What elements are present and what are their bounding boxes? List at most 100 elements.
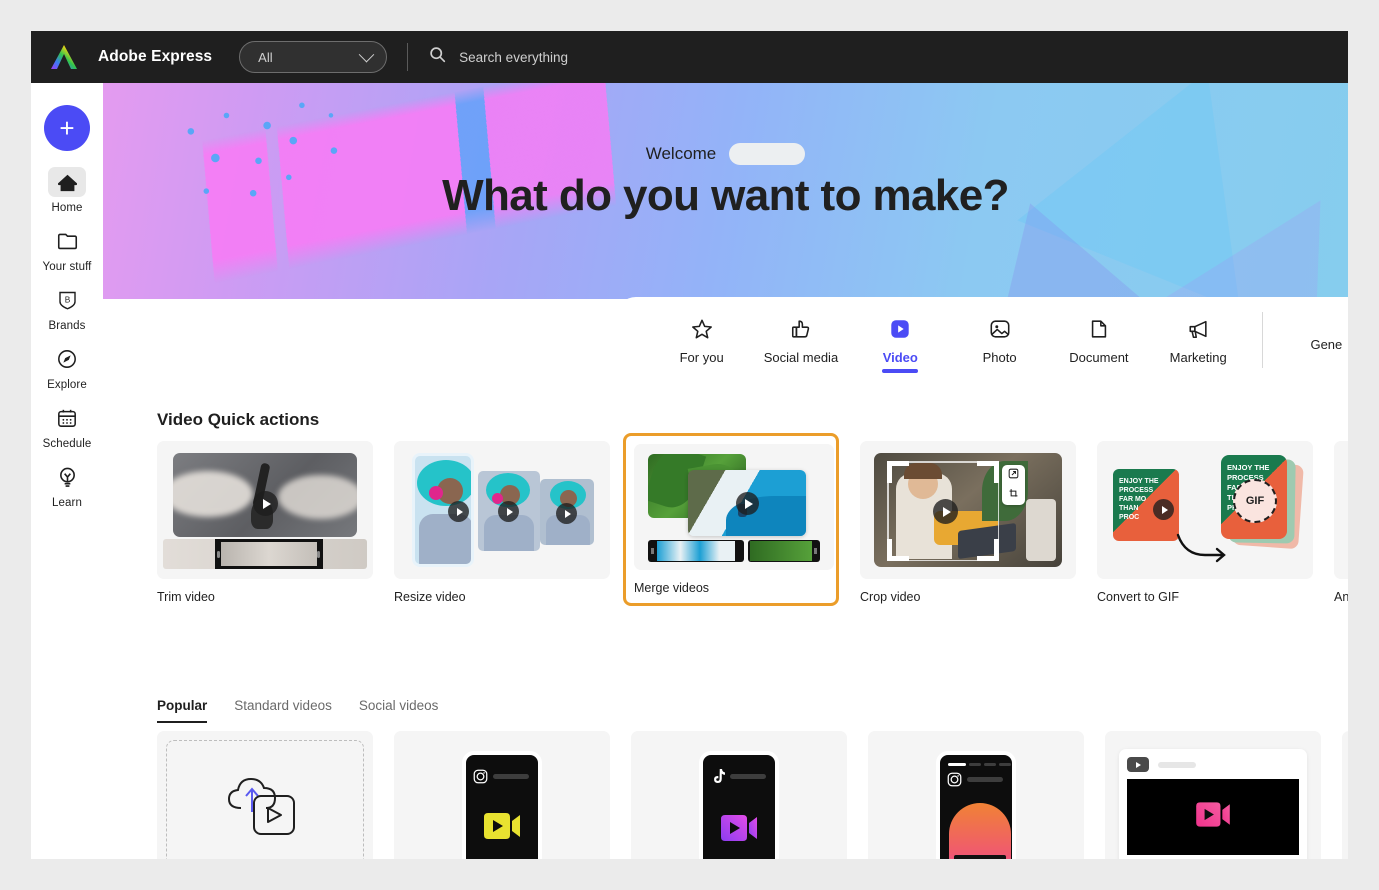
quick-action-animate-from[interactable]: Character Backgrounds <box>1334 441 1348 606</box>
sidebar-item-label: Home <box>51 202 83 214</box>
sidebar-item-learn[interactable]: Learn <box>31 462 103 509</box>
template-tab-popular[interactable]: Popular <box>157 698 208 723</box>
play-icon <box>556 503 577 524</box>
video-play-icon <box>889 316 911 342</box>
search-input[interactable]: Search everything <box>459 50 568 65</box>
brand-name: Adobe Express <box>98 48 213 65</box>
tiktok-icon <box>711 768 725 789</box>
quick-actions-title: Video Quick actions <box>157 410 320 429</box>
quick-action-convert-to-gif[interactable]: ENJOY THE PROCESS FAR MO THAN PROC ENJOY THE… <box>1097 441 1313 606</box>
top-bar: Adobe Express All Search everything <box>31 31 1348 83</box>
sidebar-item-explore[interactable]: Explore <box>31 344 103 391</box>
instagram-icon <box>473 769 488 789</box>
template-tab-social-videos[interactable]: Social videos <box>359 698 439 723</box>
sidebar-item-schedule[interactable]: Schedule <box>31 403 103 450</box>
sidebar-item-label: Schedule <box>42 438 92 450</box>
quick-action-merge-videos[interactable]: Merge videos <box>623 433 839 606</box>
video-camera-icon <box>482 811 522 846</box>
video-screen <box>1127 779 1299 855</box>
search-icon <box>429 46 446 68</box>
tab-label: Gene <box>1310 336 1343 352</box>
resize-video-thumbnail <box>394 441 610 579</box>
template-card-instagram-reel[interactable] <box>394 731 610 859</box>
expand-icon[interactable] <box>1008 466 1019 484</box>
tab-divider <box>1261 312 1263 368</box>
adobe-express-app: Adobe Express All Search everything + Ho… <box>31 31 1348 859</box>
quick-action-label: Resize video <box>394 590 466 604</box>
topbar-divider <box>407 43 409 71</box>
sidebar-item-label: Brands <box>48 320 86 332</box>
video-camera-icon <box>719 813 759 848</box>
create-new-button[interactable]: + <box>44 105 90 151</box>
page-title: What do you want to make? <box>442 171 1009 220</box>
crop-icon[interactable] <box>1008 486 1019 504</box>
template-card-youtube[interactable] <box>1105 731 1321 859</box>
tab-label: For you <box>679 349 724 365</box>
chevron-down-icon <box>358 46 375 62</box>
hero-banner: Welcome What do you want to make? <box>103 83 1348 299</box>
thumbs-up-icon <box>790 316 812 342</box>
calendar-icon <box>48 403 86 433</box>
quick-action-crop-video[interactable]: Crop video <box>860 441 1076 606</box>
main-content: Welcome What do you want to make? For yo… <box>103 83 1348 859</box>
search-filter-value: All <box>258 49 273 65</box>
merge-videos-thumbnail <box>634 444 834 570</box>
template-card-instagram-story[interactable] <box>868 731 1084 859</box>
tab-social-media[interactable]: Social media <box>751 297 850 383</box>
tab-label: Marketing <box>1169 349 1227 365</box>
play-icon <box>253 491 278 516</box>
play-icon <box>736 492 759 515</box>
tab-label: Video <box>882 349 918 365</box>
template-row <box>157 731 1348 859</box>
sidebar-item-label: Learn <box>52 497 82 509</box>
quick-action-label: Merge videos <box>634 581 710 595</box>
welcome-text: Welcome <box>645 144 717 163</box>
user-name-placeholder <box>729 143 806 165</box>
sidebar-item-home[interactable]: Home <box>31 167 103 214</box>
tab-marketing[interactable]: Marketing <box>1149 297 1248 383</box>
template-card-phone-dark[interactable] <box>1342 731 1348 859</box>
tab-label: Social media <box>763 349 839 365</box>
sidebar: + Home Your stuff B Brands Explore Sched… <box>31 83 103 859</box>
megaphone-icon <box>1187 316 1210 342</box>
document-icon <box>1088 316 1110 342</box>
phone-mockup <box>936 751 1016 859</box>
sidebar-item-label: Your stuff <box>42 261 92 273</box>
phone-mockup <box>699 751 779 859</box>
quick-action-trim-video[interactable]: Trim video <box>157 441 373 606</box>
quick-action-label: Convert to GIF <box>1097 590 1179 604</box>
crop-video-thumbnail <box>860 441 1076 579</box>
search-filter-dropdown[interactable]: All <box>239 41 388 73</box>
quick-action-resize-video[interactable]: Resize video <box>394 441 610 606</box>
sidebar-item-brands[interactable]: B Brands <box>31 285 103 332</box>
home-icon <box>48 167 86 197</box>
tab-label: Document <box>1069 349 1129 365</box>
quick-action-label: Crop video <box>860 590 921 604</box>
template-tabs: Popular Standard videos Social videos <box>157 698 438 723</box>
adobe-express-logo-icon[interactable] <box>48 42 80 72</box>
play-icon <box>448 501 469 522</box>
template-card-tiktok[interactable] <box>631 731 847 859</box>
sidebar-item-label: Explore <box>47 379 87 391</box>
search-bar[interactable]: Search everything <box>429 46 1348 68</box>
instagram-icon <box>947 772 962 792</box>
tab-label: Photo <box>982 349 1017 365</box>
sidebar-item-your-stuff[interactable]: Your stuff <box>31 226 103 273</box>
template-tab-standard-videos[interactable]: Standard videos <box>234 698 332 723</box>
gif-badge: GIF <box>1233 479 1277 523</box>
animate-from-thumbnail: Character Backgrounds <box>1334 441 1348 579</box>
youtube-icon <box>1127 757 1149 772</box>
trim-video-thumbnail <box>157 441 373 579</box>
tab-photo[interactable]: Photo <box>950 297 1049 383</box>
play-icon <box>933 499 958 524</box>
brand-shield-icon: B <box>48 285 86 315</box>
convert-to-gif-thumbnail: ENJOY THE PROCESS FAR MO THAN PROC ENJOY THE… <box>1097 441 1313 579</box>
tab-document[interactable]: Document <box>1049 297 1148 383</box>
upload-dropzone[interactable] <box>166 740 364 859</box>
tab-generative-ai[interactable]: Gene <box>1277 297 1348 383</box>
svg-text:B: B <box>64 295 70 305</box>
star-icon <box>691 316 713 342</box>
tab-video[interactable]: Video <box>851 297 950 383</box>
template-card-upload[interactable] <box>157 731 373 859</box>
tab-for-you[interactable]: For you <box>652 297 751 383</box>
